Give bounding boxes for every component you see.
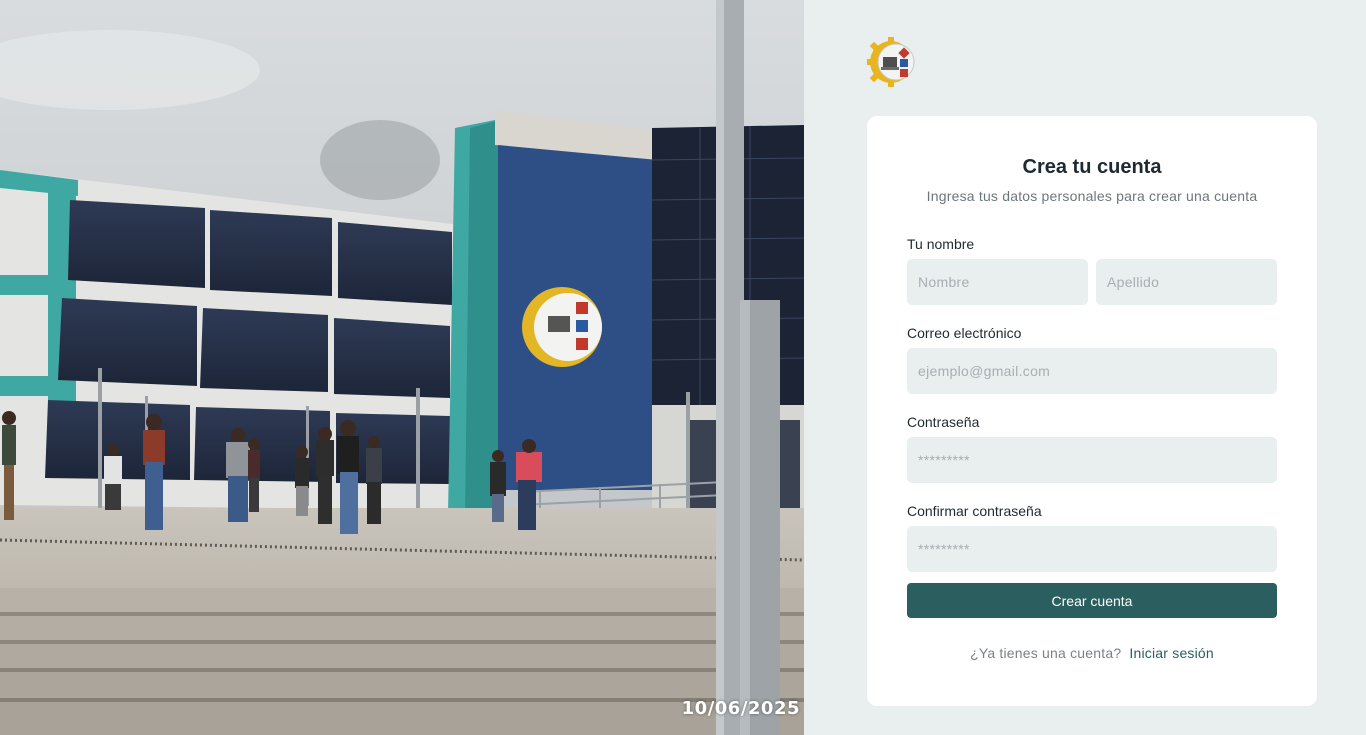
password-label: Contraseña xyxy=(907,414,980,430)
login-prompt: ¿Ya tienes una cuenta? Iniciar sesión xyxy=(867,645,1317,661)
register-card: Crea tu cuenta Ingresa tus datos persona… xyxy=(867,116,1317,706)
create-account-button[interactable]: Crear cuenta xyxy=(907,583,1277,618)
campus-photo-illustration xyxy=(0,0,804,735)
confirm-password-label: Confirmar contraseña xyxy=(907,503,1042,519)
password-input[interactable] xyxy=(907,437,1277,483)
first-name-input[interactable] xyxy=(907,259,1088,305)
register-page: 10/06/2025 Crea tu cuenta Ingresa tus da… xyxy=(0,0,1366,735)
faculty-gear-logo-icon xyxy=(867,37,915,87)
page-subtitle: Ingresa tus datos personales para crear … xyxy=(926,188,1258,204)
page-title: Crea tu cuenta xyxy=(1022,156,1162,178)
login-prompt-text: ¿Ya tienes una cuenta? xyxy=(970,645,1122,661)
name-label: Tu nombre xyxy=(907,236,975,252)
confirm-password-input[interactable] xyxy=(907,526,1277,572)
login-link[interactable]: Iniciar sesión xyxy=(1129,645,1214,661)
campus-photo: 10/06/2025 xyxy=(0,0,804,735)
email-label: Correo electrónico xyxy=(907,325,1022,341)
email-input[interactable] xyxy=(907,348,1277,394)
photo-date-stamp: 10/06/2025 xyxy=(681,698,800,719)
last-name-input[interactable] xyxy=(1096,259,1277,305)
register-panel: Crea tu cuenta Ingresa tus datos persona… xyxy=(804,0,1366,735)
